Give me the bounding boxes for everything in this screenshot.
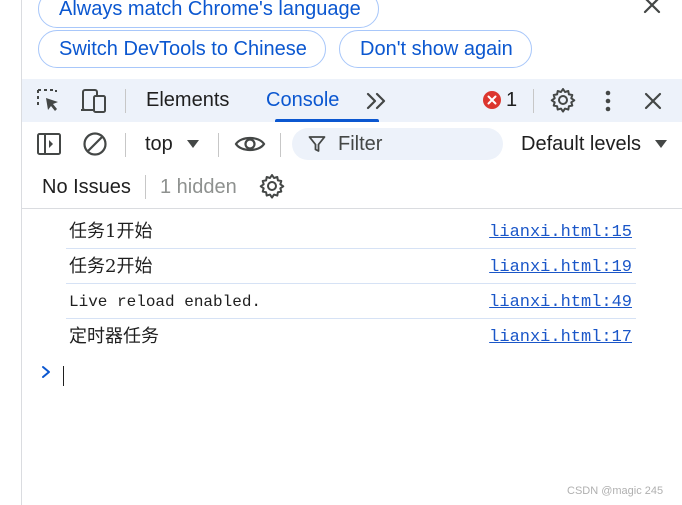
error-count[interactable]: 1 [506,88,517,112]
source-link[interactable]: lianxi.html:19 [489,257,632,279]
toolbar-divider [125,89,126,113]
filter-funnel-icon [308,136,326,152]
tab-console[interactable]: Console [266,79,339,122]
message-text: 定时器任务 [69,326,159,347]
toolbar-divider [145,175,146,199]
console-prompt-chevron-icon [42,366,50,378]
clear-console-icon[interactable] [82,131,108,157]
context-dropdown-icon[interactable] [186,139,200,149]
infobar-close-icon[interactable] [642,0,662,15]
message-text: Live reload enabled. [69,293,262,311]
dont-show-again-button[interactable]: Don't show again [339,30,532,68]
sidebar-toggle-icon[interactable] [36,132,62,156]
main-toolbar: Elements Console [22,79,682,122]
toolbar-divider [218,133,219,157]
filter-placeholder: Filter [338,133,383,155]
live-expression-eye-icon[interactable] [234,133,266,155]
context-selector[interactable]: top [145,131,173,157]
switch-to-chinese-button[interactable]: Switch DevTools to Chinese [38,30,326,68]
tab-elements[interactable]: Elements [146,79,229,122]
console-message: 定时器任务 lianxi.html:17 [66,319,636,354]
console-message: Live reload enabled. lianxi.html:49 [66,284,636,319]
error-icon[interactable] [482,90,502,110]
console-message: 任务2开始 lianxi.html:19 [66,249,636,284]
device-toolbar-icon[interactable] [80,88,108,114]
toolbar-divider [125,133,126,157]
left-divider [21,0,22,505]
message-text: 任务1开始 [69,221,153,242]
settings-gear-icon[interactable] [550,87,576,113]
source-link[interactable]: lianxi.html:15 [489,222,632,244]
issues-divider [22,208,682,209]
source-link[interactable]: lianxi.html:17 [489,327,632,349]
watermark: CSDN @magic 245 [567,485,664,497]
levels-dropdown-icon[interactable] [654,139,668,149]
close-devtools-icon[interactable] [643,91,663,111]
issues-counter[interactable]: No Issues [42,174,131,200]
always-match-language-button[interactable]: Always match Chrome's language [38,0,379,28]
console-message: 任务1开始 lianxi.html:15 [66,214,636,249]
inspect-element-icon[interactable] [36,88,62,114]
toolbar-divider [533,89,534,113]
hidden-messages-count: 1 hidden [160,176,237,198]
log-levels-selector[interactable]: Default levels [521,131,641,157]
console-input-caret[interactable] [63,366,64,386]
console-settings-gear-icon[interactable] [259,173,285,199]
more-tabs-icon[interactable] [365,90,389,112]
kebab-menu-icon[interactable] [598,88,618,114]
toolbar-divider [280,133,281,157]
source-link[interactable]: lianxi.html:49 [489,292,632,314]
message-text: 任务2开始 [69,256,153,277]
filter-input[interactable] [292,128,503,160]
devtools-window: Always match Chrome's language Switch De… [0,0,682,505]
